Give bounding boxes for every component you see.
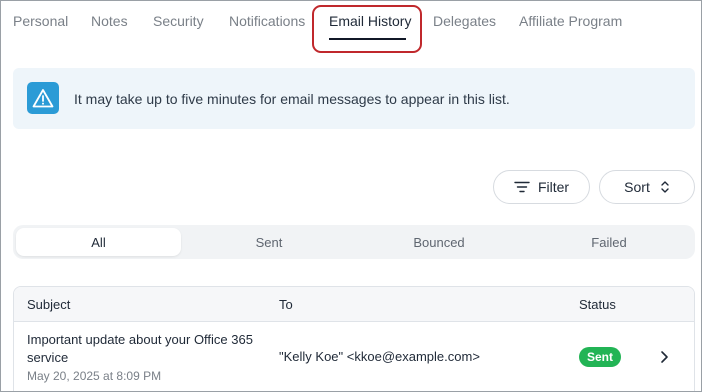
tab-highlight-outline	[312, 5, 422, 53]
column-header-to: To	[279, 297, 293, 312]
segment-bounced[interactable]: Bounced	[354, 228, 524, 256]
status-badge: Sent	[579, 347, 622, 367]
chevron-up-down-icon	[660, 180, 670, 194]
account-settings-panel: Personal Notes Security Notifications Em…	[0, 0, 702, 392]
segment-failed[interactable]: Failed	[524, 228, 694, 256]
status-filter-segmented-control: All Sent Bounced Failed	[13, 225, 695, 259]
column-header-subject: Subject	[27, 297, 71, 312]
column-header-status: Status	[579, 297, 616, 312]
segment-sent[interactable]: Sent	[184, 228, 354, 256]
info-alert: It may take up to five minutes for email…	[13, 68, 695, 129]
email-recipient: "Kelly Koe" <kkoe@example.com>	[279, 349, 480, 364]
segment-all[interactable]: All	[16, 228, 181, 256]
filter-button[interactable]: Filter	[493, 170, 590, 204]
tab-personal[interactable]: Personal	[13, 13, 68, 29]
email-subject: Important update about your Office 365 s…	[27, 332, 253, 365]
alert-message: It may take up to five minutes for email…	[74, 91, 510, 107]
tab-delegates[interactable]: Delegates	[433, 13, 496, 29]
email-sent-date: May 20, 2025 at 8:09 PM	[27, 369, 162, 383]
sort-button[interactable]: Sort	[599, 170, 695, 204]
sort-button-label: Sort	[624, 179, 650, 195]
email-history-table: Subject To Status Important update about…	[13, 286, 695, 391]
tab-affiliate-program[interactable]: Affiliate Program	[519, 13, 622, 29]
tab-notes[interactable]: Notes	[91, 13, 128, 29]
chevron-right-icon[interactable]	[658, 350, 670, 364]
tab-bar: Personal Notes Security Notifications Em…	[1, 1, 701, 53]
table-header: Subject To Status	[14, 287, 694, 322]
filter-button-label: Filter	[537, 179, 570, 195]
warning-icon	[27, 82, 59, 114]
tab-security[interactable]: Security	[153, 13, 204, 29]
tab-notifications[interactable]: Notifications	[229, 13, 305, 29]
filter-lines-icon	[514, 181, 530, 193]
table-row[interactable]: Important update about your Office 365 s…	[14, 323, 694, 391]
